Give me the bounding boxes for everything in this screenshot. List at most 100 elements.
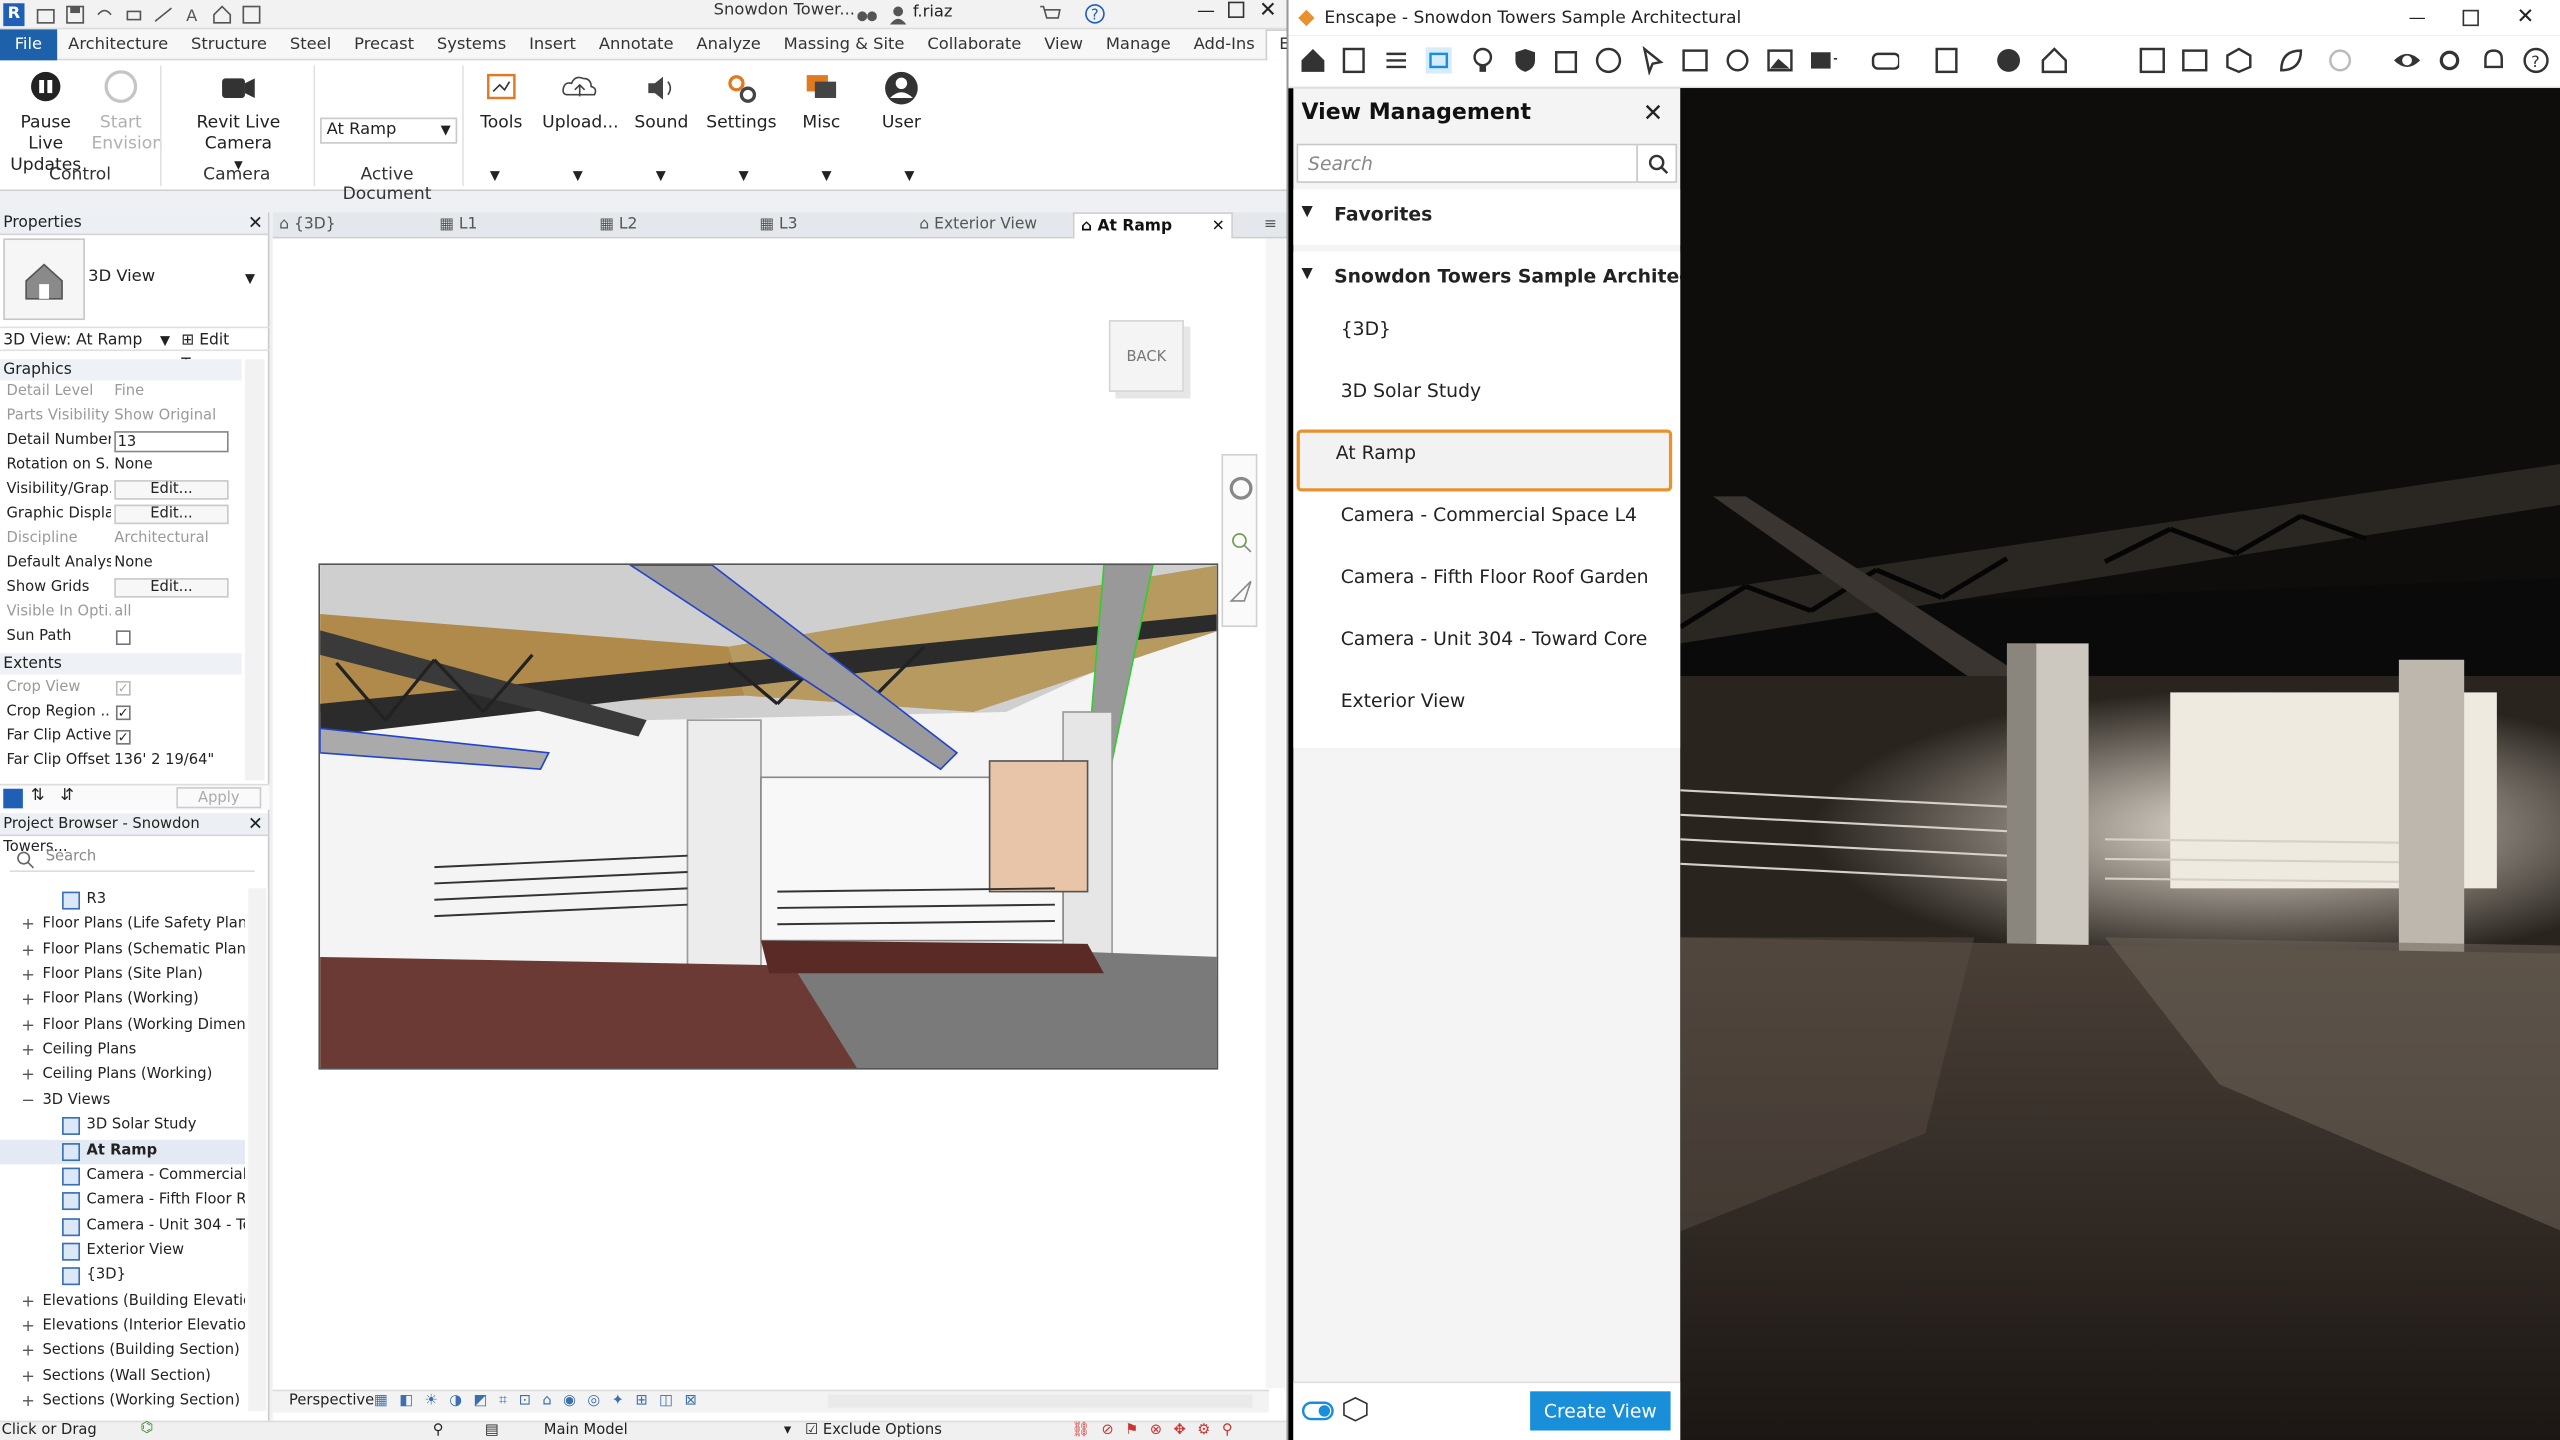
asset-library-icon[interactable] bbox=[2180, 46, 2209, 75]
globe-icon[interactable] bbox=[1594, 46, 1623, 75]
browser-tree-item[interactable]: Camera - Fifth Floor Roo bbox=[0, 1189, 245, 1213]
sort-icon[interactable] bbox=[3, 788, 23, 809]
expand-icon[interactable]: + bbox=[21, 964, 35, 988]
chevron-down-icon[interactable]: ▼ bbox=[822, 168, 832, 183]
tab-massing-site[interactable]: Massing & Site bbox=[772, 35, 916, 53]
expand-icon[interactable]: + bbox=[21, 989, 35, 1013]
apply-button[interactable]: Apply bbox=[176, 787, 262, 809]
expand-icon[interactable]: + bbox=[21, 1340, 35, 1364]
view-type-name[interactable]: 3D View bbox=[88, 268, 155, 286]
close-icon[interactable]: ✕ bbox=[1643, 98, 1664, 127]
select-pinned-icon[interactable]: ⚑ bbox=[1125, 1422, 1138, 1438]
visual-style-icon[interactable]: ◧ bbox=[399, 1393, 413, 1409]
section-extents[interactable]: Extents bbox=[0, 653, 242, 675]
cube-icon[interactable] bbox=[2224, 46, 2253, 75]
lightbulb-icon[interactable] bbox=[1468, 46, 1497, 75]
unlock-icon[interactable]: ⌂ bbox=[542, 1393, 551, 1409]
collapse-icon[interactable]: − bbox=[21, 1089, 35, 1113]
building-icon[interactable] bbox=[1551, 46, 1580, 75]
expand-icon[interactable]: + bbox=[21, 1064, 35, 1088]
cart-icon[interactable] bbox=[1039, 3, 1062, 24]
chevron-down-icon[interactable]: ▼ bbox=[490, 168, 500, 183]
browser-tree-item[interactable]: + Sections (Wall Section) bbox=[0, 1365, 245, 1389]
sort-asc-icon[interactable]: ⇅ bbox=[31, 787, 45, 805]
user-button[interactable]: User bbox=[869, 70, 934, 134]
exclude-options-checkbox[interactable]: ☑ Exclude Options bbox=[805, 1422, 942, 1438]
section-graphics[interactable]: Graphics bbox=[0, 359, 242, 381]
select-links-icon[interactable]: ⛓ bbox=[1071, 1422, 1090, 1438]
viewcube[interactable]: BACK bbox=[1108, 320, 1184, 392]
browser-tree-item[interactable]: Exterior View bbox=[0, 1239, 245, 1263]
open-icon[interactable] bbox=[36, 5, 56, 25]
misc-button[interactable]: Misc bbox=[789, 70, 854, 134]
sun-icon[interactable]: ☀ bbox=[425, 1393, 438, 1409]
browser-search[interactable]: Search bbox=[9, 846, 255, 873]
browser-tree-item[interactable]: R3 bbox=[0, 888, 245, 912]
section-icon[interactable] bbox=[242, 5, 262, 25]
browser-tree-item[interactable]: + Sections (Building Section) bbox=[0, 1340, 245, 1364]
start-envision-button[interactable]: Start Envision bbox=[91, 70, 163, 155]
create-view-button[interactable]: Create View bbox=[1530, 1391, 1671, 1431]
shadows-icon[interactable]: ◑ bbox=[449, 1393, 462, 1409]
maximize-button[interactable] bbox=[1228, 1, 1245, 18]
properties-scrollbar[interactable] bbox=[244, 359, 265, 781]
map-icon[interactable] bbox=[2138, 46, 2167, 75]
expand-icon[interactable]: + bbox=[21, 913, 35, 937]
worksharing-icon[interactable]: ⌬ bbox=[140, 1421, 153, 1437]
doc-tab-l3[interactable]: ▦ L3 bbox=[759, 212, 916, 238]
close-icon[interactable]: ✕ bbox=[248, 212, 263, 235]
search-button[interactable] bbox=[1636, 143, 1678, 183]
expand-icon[interactable]: + bbox=[21, 938, 35, 962]
zoom-icon[interactable] bbox=[1228, 529, 1254, 555]
favorites-section[interactable]: ▼ Favorites bbox=[1293, 189, 1681, 245]
select-underlay-icon[interactable]: ⊘ bbox=[1101, 1422, 1113, 1438]
binoculars-icon[interactable] bbox=[857, 5, 877, 25]
view-scrollbar-horizontal[interactable] bbox=[827, 1394, 1253, 1408]
settings-icon[interactable] bbox=[2435, 46, 2464, 75]
eye-icon[interactable] bbox=[2392, 46, 2421, 75]
view-item-3d-solar-study[interactable]: 3D Solar Study bbox=[1341, 379, 1481, 402]
tab-view[interactable]: View bbox=[1033, 35, 1095, 53]
expand-icon[interactable]: + bbox=[21, 1390, 35, 1414]
render-icon[interactable]: ◩ bbox=[474, 1393, 488, 1409]
view-item-commercial-space[interactable]: Camera - Commercial Space L4 bbox=[1341, 503, 1637, 526]
enscape-minimize-button[interactable]: — bbox=[2409, 0, 2426, 36]
tab-enscape[interactable]: Enscape™ bbox=[1266, 28, 1287, 60]
browser-tree-item[interactable]: + Floor Plans (Site Plan) bbox=[0, 964, 245, 988]
chevron-down-icon[interactable]: ▾ bbox=[784, 1422, 791, 1438]
browser-tree-item[interactable]: + Floor Plans (Life Safety Plan) bbox=[0, 913, 245, 937]
enscape-render-viewport[interactable] bbox=[1680, 88, 2560, 1440]
visibility-edit-button[interactable]: Edit... bbox=[114, 480, 229, 500]
view-item-at-ramp[interactable]: At Ramp bbox=[1296, 429, 1673, 492]
project-name[interactable]: Snowdon Towers Sample Architect... bbox=[1334, 265, 1721, 288]
tab-add-ins[interactable]: Add-Ins bbox=[1182, 35, 1266, 53]
vr-icon[interactable] bbox=[1870, 46, 1900, 75]
select-face-icon[interactable]: ⊗ bbox=[1150, 1422, 1162, 1438]
expand-icon[interactable]: + bbox=[21, 1014, 35, 1038]
browser-tree-item[interactable]: Camera - Commercial S bbox=[0, 1164, 245, 1188]
chevron-down-icon[interactable]: ▼ bbox=[573, 168, 583, 183]
view-item-unit-304[interactable]: Camera - Unit 304 - Toward Core bbox=[1341, 627, 1648, 650]
search-input[interactable]: Search bbox=[1296, 143, 1638, 183]
sound-button[interactable]: Sound bbox=[625, 70, 697, 134]
browser-tree-item[interactable]: −3D Views bbox=[0, 1089, 245, 1113]
home-icon[interactable] bbox=[1298, 46, 1327, 75]
tab-manage[interactable]: Manage bbox=[1094, 35, 1182, 53]
browser-tree-item[interactable]: + Floor Plans (Schematic Plan) bbox=[0, 938, 245, 962]
graphic-display-edit-button[interactable]: Edit... bbox=[114, 504, 229, 525]
shield-icon[interactable] bbox=[1511, 46, 1540, 75]
measure-icon[interactable] bbox=[154, 5, 174, 25]
tab-steel[interactable]: Steel bbox=[278, 35, 342, 53]
tab-structure[interactable]: Structure bbox=[180, 35, 279, 53]
instance-selector[interactable]: 3D View: At Ramp ▼ ⊞ Edit Type bbox=[0, 326, 270, 374]
revit-live-camera-button[interactable]: Revit Live Camera ▾ bbox=[170, 70, 307, 176]
view-scrollbar-vertical[interactable] bbox=[1265, 238, 1286, 1389]
view-item-3d[interactable]: {3D} bbox=[1341, 317, 1391, 340]
background-process-icon[interactable]: ⚙ bbox=[1197, 1422, 1210, 1438]
show-grids-edit-button[interactable]: Edit... bbox=[114, 578, 229, 598]
active-model[interactable]: Main Model bbox=[544, 1422, 628, 1438]
print-icon[interactable] bbox=[124, 5, 144, 25]
list-icon[interactable] bbox=[1382, 46, 1411, 75]
browser-tree-item[interactable]: + Floor Plans (Working Dimensio bbox=[0, 1014, 245, 1038]
chevron-down-icon[interactable]: ▼ bbox=[904, 168, 914, 183]
